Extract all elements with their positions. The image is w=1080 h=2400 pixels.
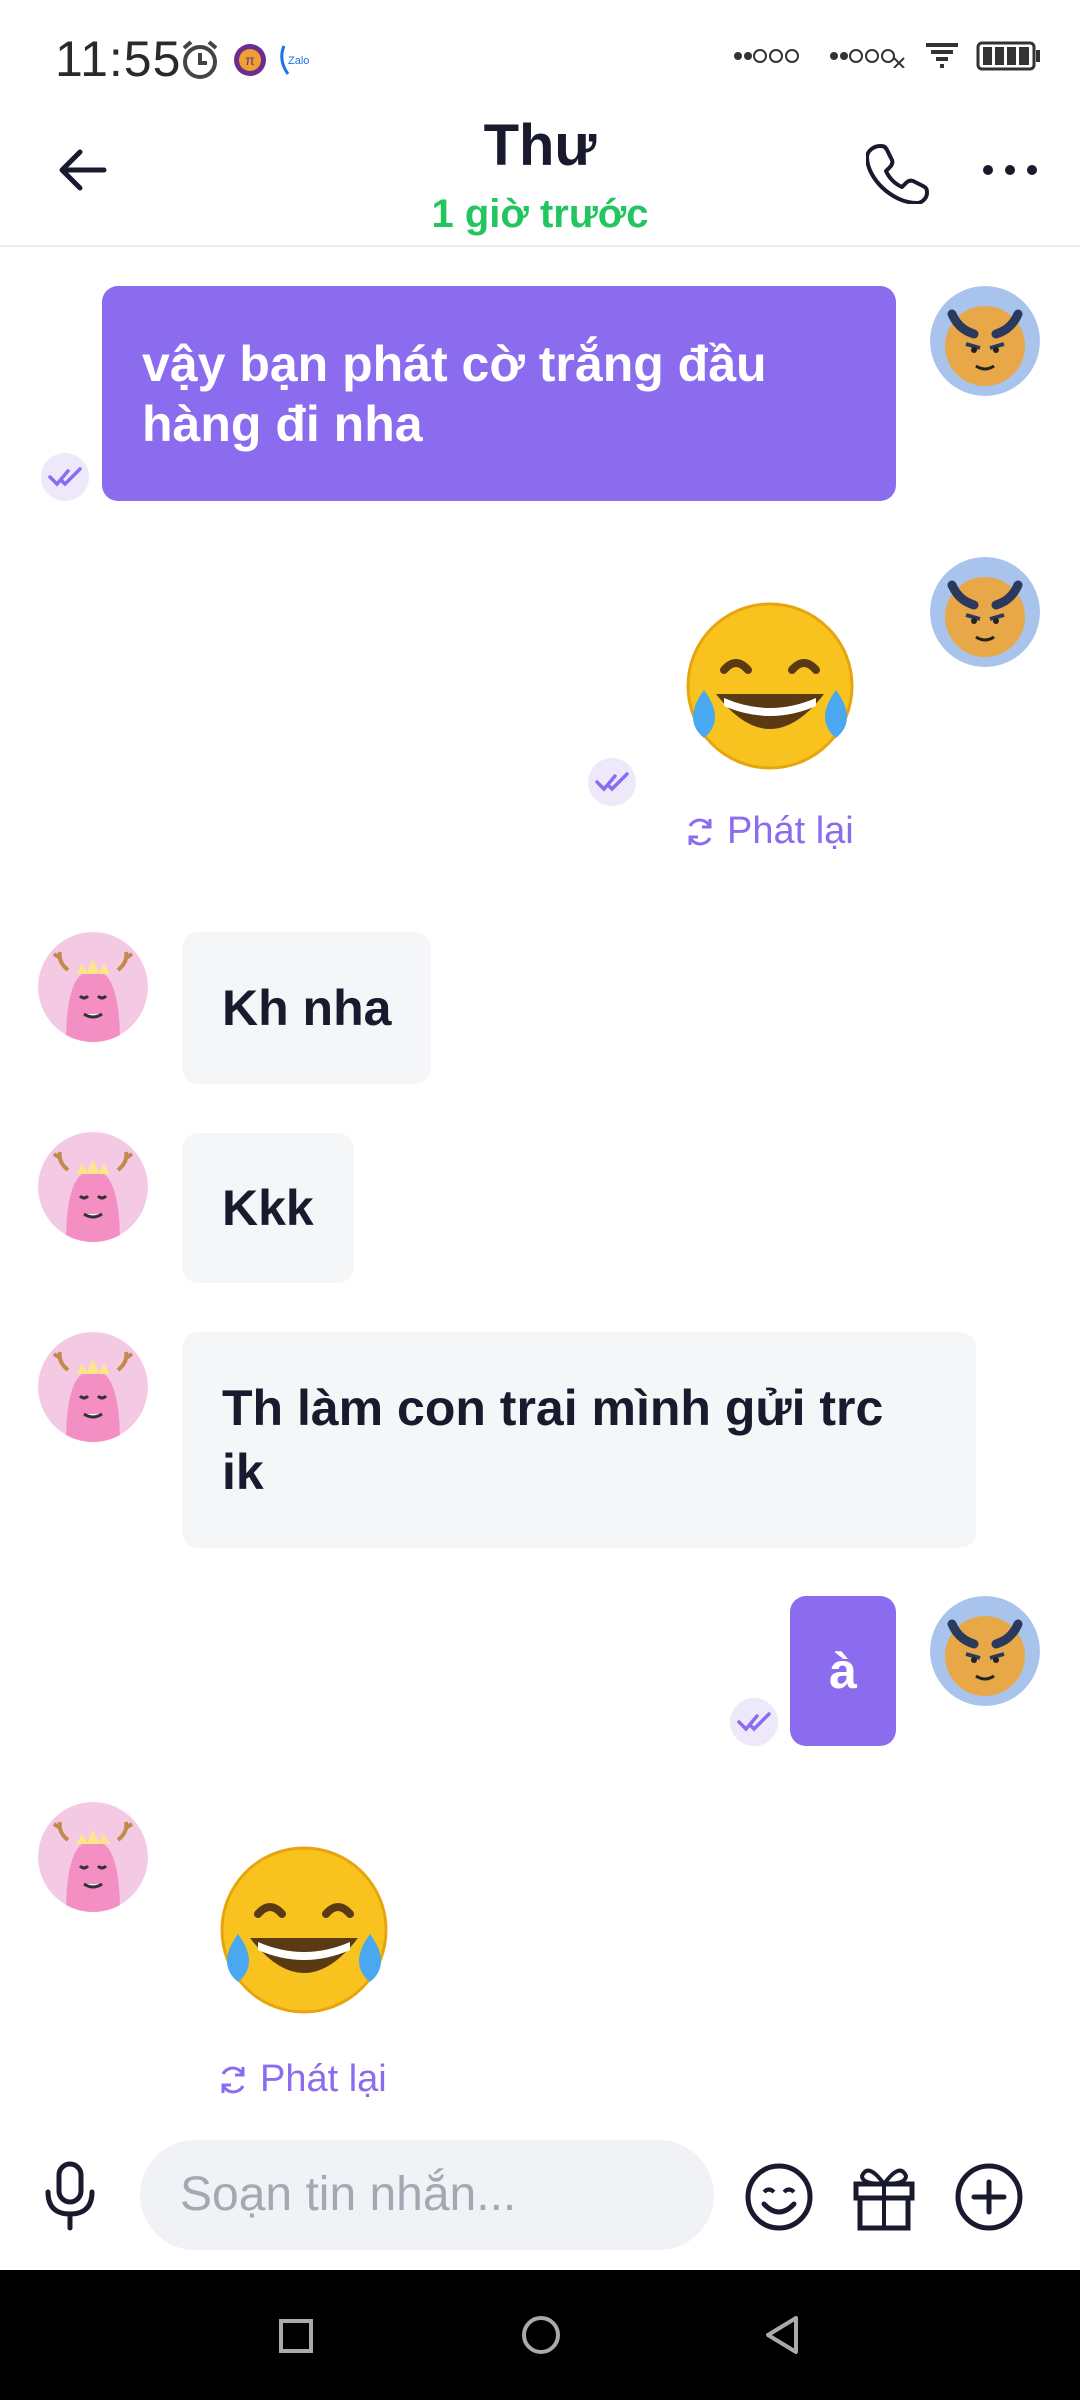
app-notification-icon: π — [234, 44, 266, 76]
incoming-message-bubble[interactable]: Kh nha — [182, 932, 432, 1084]
outgoing-message-bubble[interactable]: à — [790, 1596, 896, 1746]
my-avatar[interactable] — [930, 557, 1040, 667]
signal-2-icon — [830, 49, 905, 68]
home-icon[interactable] — [520, 2314, 562, 2356]
more-options-icon[interactable] — [980, 160, 1040, 180]
svg-text:π: π — [245, 52, 255, 68]
replay-icon — [221, 2066, 245, 2093]
add-icon[interactable] — [954, 2162, 1024, 2232]
gift-icon[interactable] — [850, 2162, 918, 2232]
status-time: 11:55 — [55, 31, 182, 87]
replay-button[interactable]: Phát lại — [216, 2058, 387, 2101]
replay-icon — [688, 818, 712, 845]
contact-avatar[interactable] — [38, 1132, 148, 1242]
read-receipt-icon — [41, 453, 89, 501]
read-receipt-icon — [588, 758, 636, 806]
message-input[interactable]: Soạn tin nhắn... — [140, 2140, 714, 2250]
replay-label: Phát lại — [260, 2058, 387, 2100]
contact-avatar[interactable] — [38, 1802, 148, 1912]
status-system-icons — [732, 40, 1042, 72]
svg-text:Zalo: Zalo — [288, 55, 309, 67]
tears-of-joy-sticker[interactable] — [214, 1842, 394, 2018]
phone-call-icon[interactable] — [866, 140, 930, 204]
my-avatar[interactable] — [930, 1596, 1040, 1706]
wifi-icon — [926, 43, 958, 68]
tears-of-joy-sticker[interactable] — [680, 598, 860, 774]
status-notification-icons: π Zalo — [178, 38, 318, 82]
contact-avatar[interactable] — [38, 1332, 148, 1442]
contact-avatar[interactable] — [38, 932, 148, 1042]
alarm-icon — [182, 40, 218, 79]
battery-icon — [976, 41, 1040, 71]
my-avatar[interactable] — [930, 286, 1040, 396]
emoji-icon[interactable] — [744, 2162, 814, 2232]
signal-icon — [734, 49, 799, 63]
read-receipt-icon — [730, 1698, 778, 1746]
incoming-message-bubble[interactable]: Kkk — [182, 1133, 354, 1283]
back-nav-icon[interactable] — [762, 2314, 802, 2356]
outgoing-message-bubble[interactable]: vậy bạn phát cờ trắng đầu hàng đi nha — [102, 286, 896, 501]
recent-apps-icon[interactable] — [278, 2318, 314, 2354]
zalo-notification-icon: Zalo — [280, 45, 309, 75]
replay-label: Phát lại — [727, 810, 854, 852]
replay-button[interactable]: Phát lại — [683, 810, 854, 853]
incoming-message-bubble[interactable]: Th làm con trai mình gửi trc ik — [182, 1332, 976, 1548]
microphone-icon[interactable] — [42, 2160, 98, 2232]
